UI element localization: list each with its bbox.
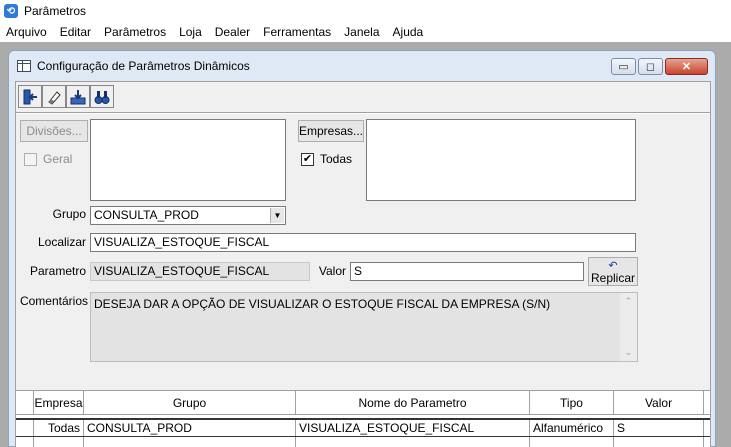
todas-checkbox[interactable]: ✔ Todas [301, 152, 352, 166]
window-title: Configuração de Parâmetros Dinâmicos [37, 59, 250, 73]
menu-janela[interactable]: Janela [344, 25, 379, 39]
menu-dealer[interactable]: Dealer [215, 25, 250, 39]
geral-label: Geral [43, 152, 73, 166]
toolbar [18, 85, 114, 108]
menu-editar[interactable]: Editar [60, 25, 91, 39]
row-indicator [16, 437, 34, 447]
localizar-label: Localizar [37, 235, 86, 249]
toolbar-separator [16, 112, 710, 114]
grid-header: Empresa Grupo Nome do Parametro Tipo Val… [16, 391, 710, 415]
binoculars-icon [94, 90, 110, 104]
cell-tipo[interactable]: Alfanumérico [530, 420, 614, 436]
menubar: Arquivo Editar Parâmetros Loja Dealer Fe… [0, 22, 731, 42]
cell-empty[interactable] [84, 437, 296, 447]
close-button[interactable]: ✕ [665, 58, 708, 75]
check-icon[interactable]: ✔ [301, 152, 314, 166]
save-icon [70, 89, 86, 104]
divisoes-button[interactable]: Divisões... [20, 120, 88, 142]
comentarios-text: DESEJA DAR A OPÇÃO DE VISUALIZAR O ESTOQ… [94, 297, 551, 311]
grupo-combobox[interactable]: CONSULTA_PROD ▼ [90, 206, 286, 225]
cell-nome[interactable]: VISUALIZA_ESTOQUE_FISCAL [296, 420, 530, 436]
child-titlebar[interactable]: Configuração de Parâmetros Dinâmicos ▭ ◻… [9, 51, 715, 81]
search-button[interactable] [90, 85, 114, 108]
comentarios-memo[interactable]: DESEJA DAR A OPÇÃO DE VISUALIZAR O ESTOQ… [90, 292, 638, 362]
cell-empty[interactable] [614, 437, 704, 447]
scroll-up-icon[interactable]: ⌃ [620, 293, 637, 310]
col-header-valor[interactable]: Valor [614, 391, 704, 415]
parametro-field: VISUALIZA_ESTOQUE_FISCAL [90, 262, 310, 281]
empresas-listbox[interactable] [366, 119, 636, 201]
col-header-grupo[interactable]: Grupo [84, 391, 296, 415]
restore-button[interactable]: ◻ [638, 58, 663, 75]
geral-checkbox-box[interactable] [24, 152, 37, 166]
app-icon: ⟲ [4, 4, 18, 18]
exit-icon [23, 89, 37, 104]
menu-ajuda[interactable]: Ajuda [393, 25, 424, 39]
undo-icon: ↶ [608, 259, 618, 272]
grupo-value: CONSULTA_PROD [94, 208, 199, 222]
save-button[interactable] [66, 85, 90, 108]
comentarios-label: Comentários [19, 294, 88, 308]
app-titlebar: ⟲ Parâmetros [0, 0, 731, 22]
menu-ferramentas[interactable]: Ferramentas [263, 25, 331, 39]
cell-grupo[interactable]: CONSULTA_PROD [84, 420, 296, 436]
app-title: Parâmetros [24, 4, 87, 18]
client-area: Divisões... Geral Empresas... ✔ Todas Gr… [15, 81, 711, 447]
cell-empty[interactable] [530, 437, 614, 447]
menu-parametros[interactable]: Parâmetros [104, 25, 166, 39]
col-header-empresa[interactable]: Empresa [34, 391, 84, 415]
menu-arquivo[interactable]: Arquivo [6, 25, 47, 39]
eraser-icon [48, 90, 61, 105]
empresas-button[interactable]: Empresas... [298, 120, 364, 142]
grid-indicator-header [16, 391, 34, 415]
cell-valor[interactable]: S [614, 420, 704, 436]
cell-empty[interactable] [34, 437, 84, 447]
memo-scrollbar[interactable]: ⌃ ⌄ [620, 293, 637, 361]
divisoes-listbox[interactable] [90, 119, 286, 201]
cell-empresa[interactable]: Todas [34, 420, 84, 436]
geral-checkbox[interactable]: Geral [24, 152, 72, 166]
todas-label: Todas [320, 152, 353, 166]
menu-loja[interactable]: Loja [179, 25, 202, 39]
valor-input[interactable]: S [350, 262, 584, 281]
child-window: Configuração de Parâmetros Dinâmicos ▭ ◻… [8, 50, 716, 447]
grid-window-icon [17, 60, 31, 72]
valor-label: Valor [318, 264, 346, 278]
localizar-input[interactable]: VISUALIZA_ESTOQUE_FISCAL [90, 233, 636, 252]
cell-empty[interactable] [296, 437, 530, 447]
col-header-nome[interactable]: Nome do Parametro [296, 391, 530, 415]
replicar-label: Replicar [590, 270, 635, 285]
grupo-label: Grupo [52, 207, 86, 221]
col-header-tipo[interactable]: Tipo [530, 391, 614, 415]
parametro-label: Parametro [29, 264, 86, 278]
parameters-grid: Empresa Grupo Nome do Parametro Tipo Val… [16, 390, 710, 447]
clear-button[interactable] [42, 85, 66, 108]
replicar-button[interactable]: ↶ Replicar [588, 257, 638, 286]
row-indicator [16, 420, 34, 436]
table-row[interactable]: Todas CONSULTA_PROD VISUALIZA_ESTOQUE_FI… [16, 418, 710, 437]
chevron-down-icon[interactable]: ▼ [270, 208, 284, 223]
scroll-down-icon[interactable]: ⌄ [620, 344, 637, 361]
minimize-button[interactable]: ▭ [611, 58, 636, 75]
table-row-empty[interactable] [16, 437, 710, 447]
exit-button[interactable] [18, 85, 42, 108]
